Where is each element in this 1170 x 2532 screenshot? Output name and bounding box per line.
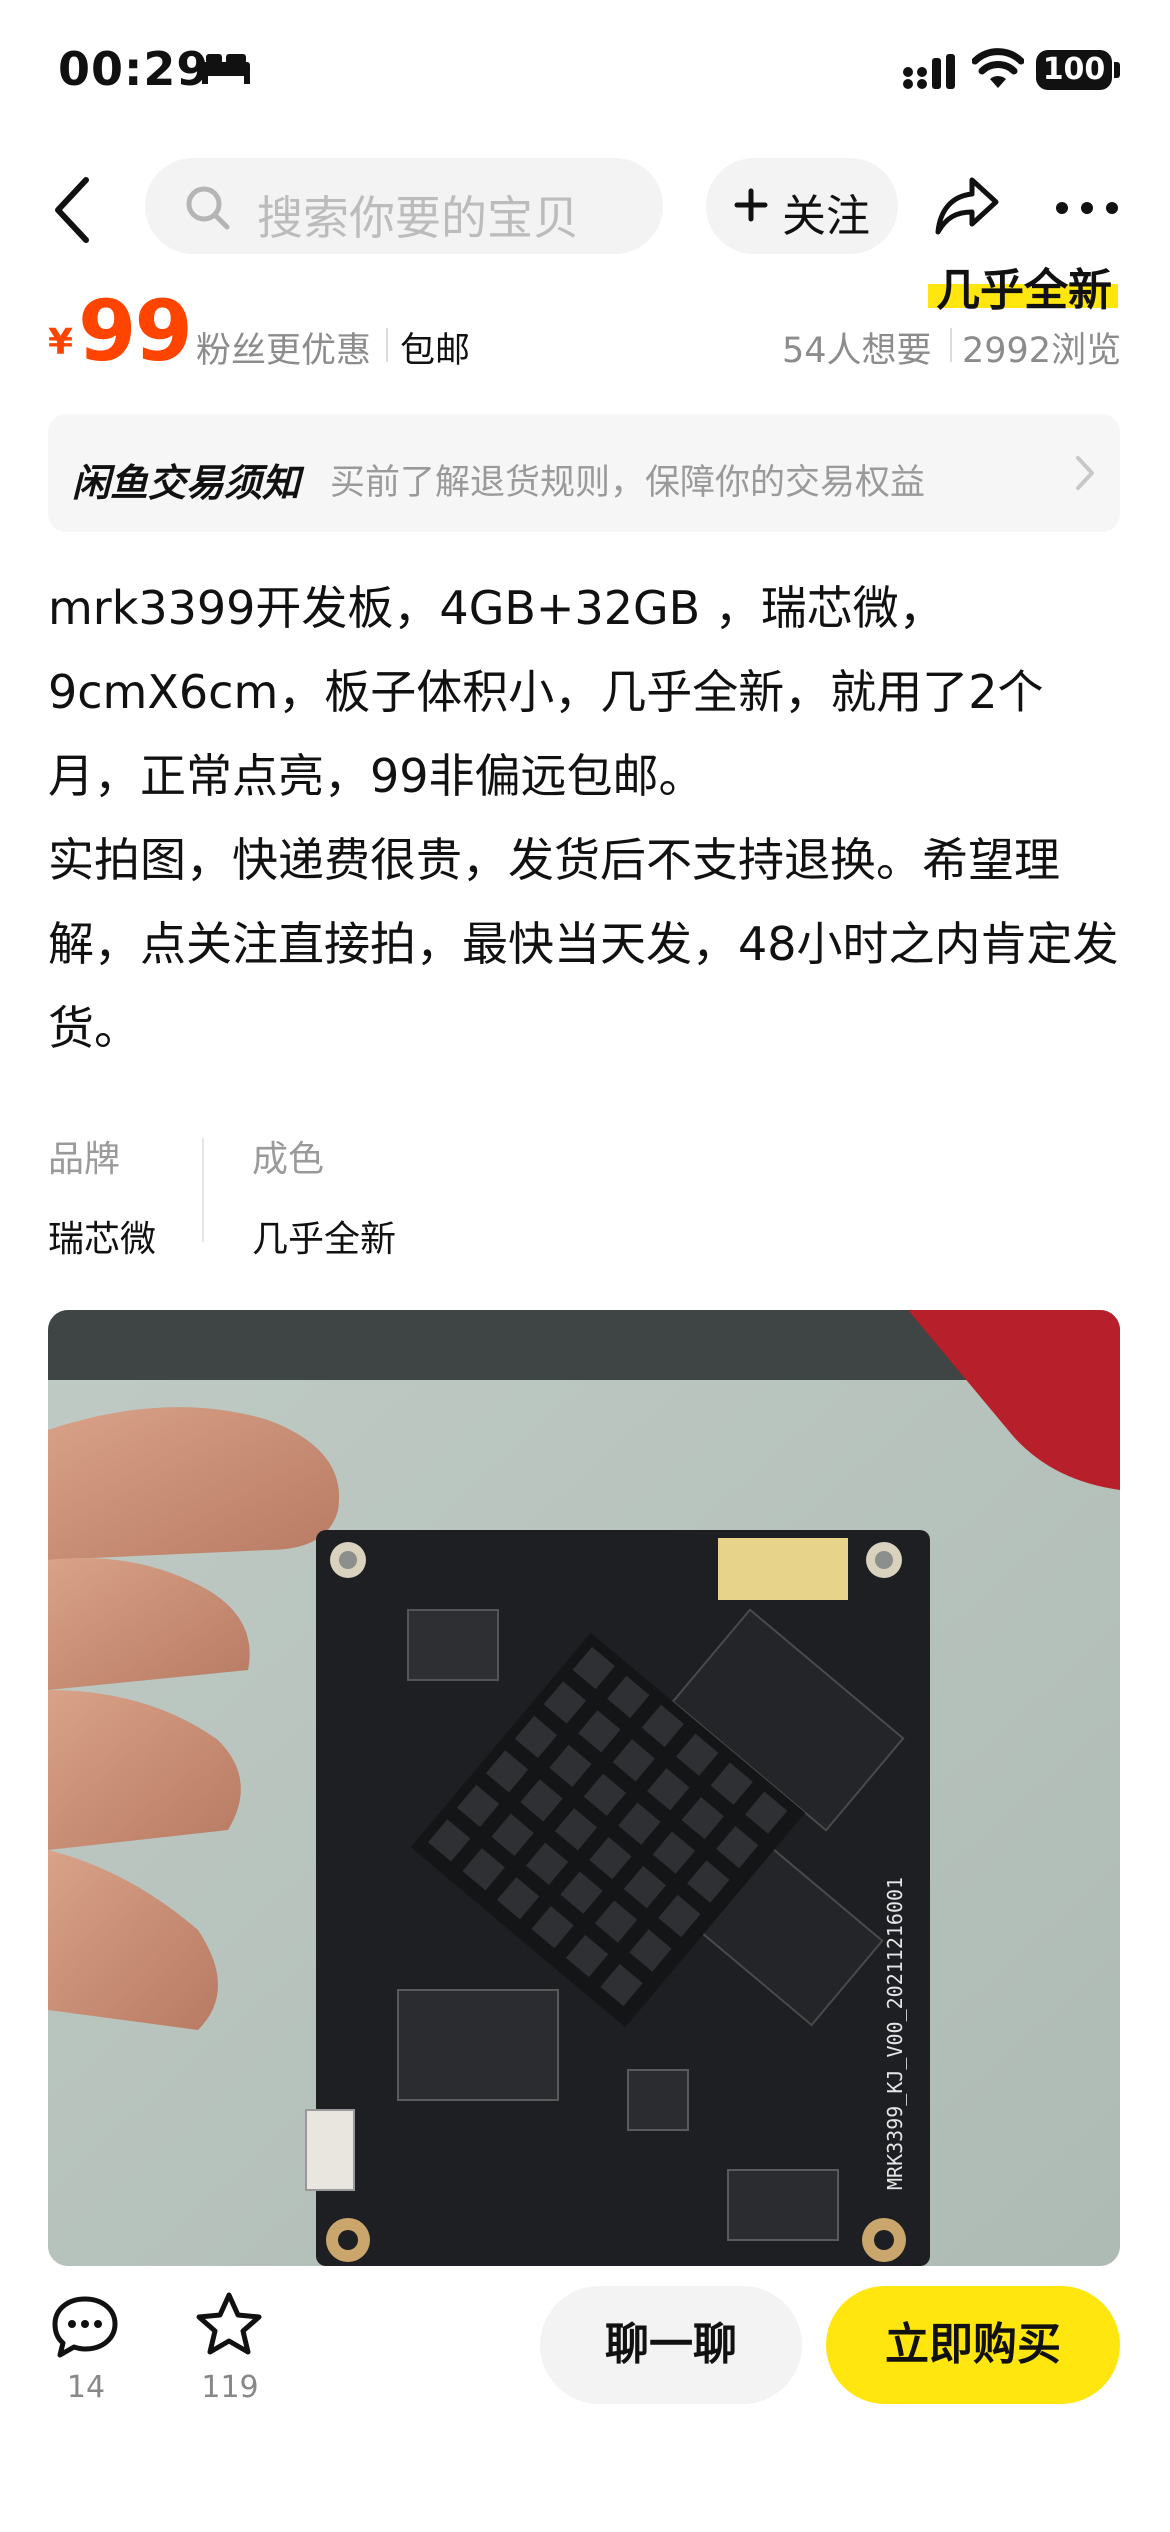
transaction-notice[interactable]: 闲鱼交易须知 买前了解退货规则，保障你的交易权益 — [48, 414, 1120, 532]
notice-title: 闲鱼交易须知 — [72, 461, 301, 505]
notice-description: 买前了解退货规则，保障你的交易权益 — [330, 463, 926, 503]
attribute-condition: 成色 几乎全新 — [252, 1130, 396, 1262]
divider — [386, 328, 388, 362]
attribute-brand: 品牌 瑞芯微 — [48, 1130, 156, 1262]
bed-icon — [202, 54, 250, 84]
chevron-right-icon — [1076, 456, 1094, 490]
back-arrow-icon[interactable] — [44, 170, 104, 250]
battery-indicator: 100 — [1036, 50, 1112, 90]
attribute-label: 成色 — [252, 1139, 325, 1180]
view-count: 2992浏览 — [962, 331, 1122, 371]
description-paragraph: mrk3399开发板，4GB+32GB ，瑞芯微，9cmX6cm，板子体积小，几… — [48, 581, 1044, 803]
description-paragraph: 实拍图，快递费很贵，发货后不支持退换。希望理解，点关注直接拍，最快当天发，48小… — [48, 833, 1119, 1055]
product-image[interactable]: MRK3399_KJ_V00_20211216001 — [48, 1310, 1120, 2266]
price: 99 — [78, 282, 193, 380]
want-count: 54人想要 — [782, 331, 932, 371]
condition-tag-text: 几乎全新 — [936, 265, 1112, 310]
search-icon — [186, 186, 230, 230]
comment-count: 14 — [66, 2370, 106, 2405]
favorite-count: 119 — [201, 2370, 259, 2405]
wifi-icon — [972, 48, 1024, 88]
attribute-label: 品牌 — [48, 1139, 121, 1180]
currency-symbol: ¥ — [48, 322, 74, 363]
attribute-value: 瑞芯微 — [48, 1219, 157, 1260]
follow-label: 关注 — [782, 191, 870, 242]
signal-icon — [903, 54, 955, 89]
battery-tip — [1114, 62, 1120, 78]
status-time: 00:29 — [58, 42, 210, 96]
star-icon[interactable] — [194, 2290, 264, 2358]
bottom-action-bar: 14 119 聊一聊 立即购买 — [0, 2266, 1170, 2532]
board-silkscreen: MRK3399_KJ_V00_20211216001 — [883, 1877, 907, 2190]
chat-button[interactable]: 聊一聊 — [540, 2286, 802, 2404]
more-icon[interactable] — [1054, 196, 1120, 220]
search-input[interactable]: 搜索你要的宝贝 — [145, 158, 663, 254]
fans-discount-text: 粉丝更优惠 — [196, 331, 372, 371]
product-photo-illustration: MRK3399_KJ_V00_20211216001 — [48, 1310, 1120, 2266]
comment-icon[interactable] — [50, 2294, 120, 2360]
divider — [950, 328, 952, 362]
condition-tag: 几乎全新 — [928, 262, 1118, 310]
status-bar: 00:29 100 — [0, 0, 1170, 150]
plus-icon — [734, 188, 768, 222]
item-description: mrk3399开发板，4GB+32GB ，瑞芯微，9cmX6cm，板子体积小，几… — [48, 566, 1128, 1070]
attribute-value: 几乎全新 — [252, 1219, 397, 1260]
shipping-text: 包邮 — [400, 331, 471, 371]
follow-button[interactable]: 关注 — [706, 158, 898, 254]
attribute-divider — [202, 1138, 204, 1242]
buy-now-button[interactable]: 立即购买 — [826, 2286, 1120, 2404]
share-icon[interactable] — [934, 174, 1000, 236]
search-placeholder: 搜索你要的宝贝 — [257, 191, 579, 245]
